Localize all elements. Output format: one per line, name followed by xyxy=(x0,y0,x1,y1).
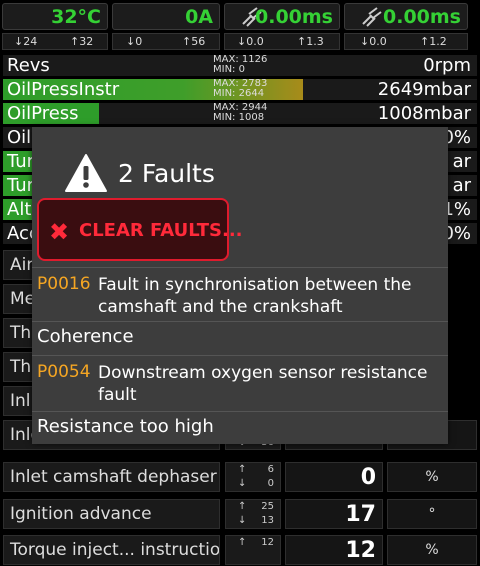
fault-code: P0054 xyxy=(37,362,91,382)
injector-icon xyxy=(362,7,382,27)
grid-row-3-minmax: ↑ 12 xyxy=(225,535,281,565)
injector-1-min: ↓0.0 xyxy=(237,35,264,48)
alt-label: Alt xyxy=(7,199,32,220)
injector-1-value: 0.00ms xyxy=(255,6,333,28)
grid-row-2[interactable]: Ignition advance ↑ 25 ↓ 13 17 ° xyxy=(3,499,477,529)
faults-dialog[interactable]: 2 Faults ✖ CLEAR FAULTS... P0016 Fault i… xyxy=(32,127,448,444)
fault-code: P0016 xyxy=(37,274,91,294)
grid-row-3-value: 12 xyxy=(285,535,383,565)
close-icon: ✖ xyxy=(49,218,70,246)
clear-faults-label: CLEAR FAULTS... xyxy=(79,220,243,241)
grid-row-1[interactable]: Inlet camshaft dephaser va ↑ 6 ↓ 0 0 % xyxy=(3,462,477,492)
oil-press-instr-value: 2649mbar xyxy=(377,79,471,100)
current-value: 0A xyxy=(185,6,213,28)
turbo-2-label: Tur xyxy=(7,175,35,196)
fault-item[interactable]: P0054 Downstream oxygen sensor resistanc… xyxy=(32,355,448,411)
fault-item[interactable]: P0016 Fault in synchronisation between t… xyxy=(32,267,448,321)
grid-row-2-unit: ° xyxy=(387,499,477,529)
grid-row-2-label: Ignition advance xyxy=(3,499,220,529)
oil-press-value: 1008mbar xyxy=(377,103,471,124)
injector-2-max: ↑1.2 xyxy=(420,35,447,48)
faults-dialog-title: 2 Faults xyxy=(118,159,215,188)
oil-press-label: OilPress xyxy=(7,103,79,124)
current-tile[interactable]: 0A xyxy=(112,3,220,30)
oil-press-minmax: MAX: 2944 MIN: 1008 xyxy=(213,102,268,123)
grid-row-3-unit: % xyxy=(387,535,477,565)
turbo-1-value: ar xyxy=(452,151,471,172)
warning-icon xyxy=(65,154,107,192)
oil-press-instr-minmax: MAX: 2783 MIN: 2644 xyxy=(213,78,268,99)
revs-row[interactable]: Revs MAX: 1126 MIN: 0 0rpm xyxy=(3,55,477,76)
grid-row-3[interactable]: Torque inject... instructio ↑ 12 12 % xyxy=(3,535,477,565)
fault-description: Fault in synchronisation between the cam… xyxy=(98,275,412,317)
turbo-1-label: Tur xyxy=(7,151,35,172)
turbo-2-value: ar xyxy=(452,175,471,196)
grid-row-1-minmax: ↑ 6 ↓ 0 xyxy=(225,462,281,492)
injector-2-tile[interactable]: 0.00ms xyxy=(344,3,468,30)
revs-value: 0rpm xyxy=(423,55,471,76)
fault-detail: Coherence xyxy=(32,321,448,353)
fault-detail: Resistance too high xyxy=(32,411,448,443)
injector-1-tile[interactable]: 0.00ms xyxy=(224,3,340,30)
grid-row-2-minmax: ↑ 25 ↓ 13 xyxy=(225,499,281,529)
oil-press-instr-label: OilPressInstr xyxy=(7,79,120,100)
injector-2-min: ↓0.0 xyxy=(360,35,387,48)
oil-label: Oil xyxy=(7,127,32,148)
current-max: ↑56 xyxy=(182,35,206,48)
current-min: ↓0 xyxy=(126,35,143,48)
temperature-min: ↓24 xyxy=(14,35,38,48)
revs-label: Revs xyxy=(7,55,50,76)
grid-row-2-value: 17 xyxy=(285,499,383,529)
injector-1-max: ↑1.3 xyxy=(297,35,324,48)
temperature-value: 32°C xyxy=(51,6,101,28)
grid-row-1-value: 0 xyxy=(285,462,383,492)
grid-row-1-unit: % xyxy=(387,462,477,492)
fault-description: Downstream oxygen sensor resistance faul… xyxy=(98,363,428,405)
injector-2-value: 0.00ms xyxy=(383,6,461,28)
oil-press-instr-row[interactable]: OilPressInstr MAX: 2783 MIN: 2644 2649mba… xyxy=(3,79,477,100)
oil-press-row[interactable]: OilPress MAX: 2944 MIN: 1008 1008mbar xyxy=(3,103,477,124)
fault-detail-text: Resistance too high xyxy=(37,416,214,437)
temperature-max: ↑32 xyxy=(70,35,94,48)
grid-row-1-label: Inlet camshaft dephaser va xyxy=(3,462,220,492)
temperature-tile[interactable]: 32°C xyxy=(2,3,108,30)
grid-row-3-label: Torque inject... instructio xyxy=(3,535,220,565)
clear-faults-button[interactable]: ✖ CLEAR FAULTS... xyxy=(37,198,243,261)
revs-minmax: MAX: 1126 MIN: 0 xyxy=(213,54,268,75)
fault-detail-text: Coherence xyxy=(37,326,134,347)
